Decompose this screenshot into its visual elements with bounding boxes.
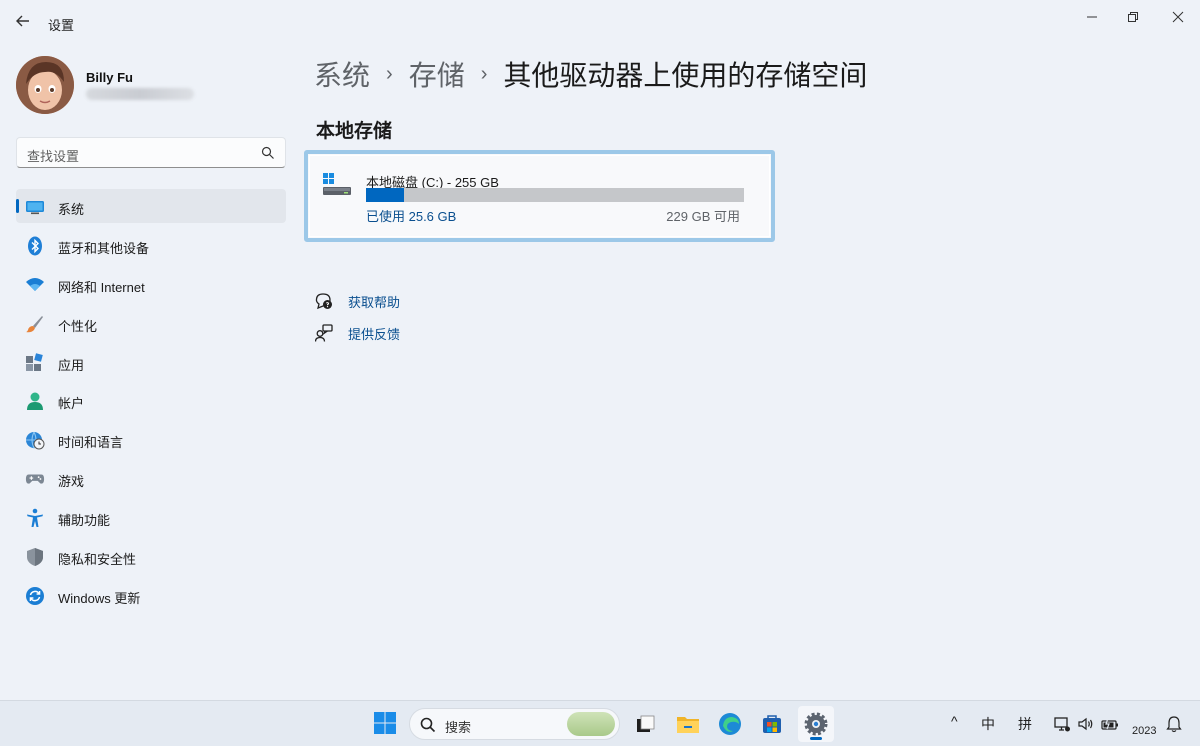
taskbar-search[interactable]: 搜索	[409, 708, 620, 740]
avatar[interactable]	[16, 56, 74, 114]
active-indicator	[16, 199, 19, 213]
network-icon[interactable]	[1053, 715, 1071, 733]
breadcrumb-system[interactable]: 系统	[314, 54, 370, 94]
feedback-icon	[314, 323, 334, 343]
close-icon	[1172, 11, 1184, 23]
update-icon	[25, 586, 45, 606]
arrow-left-icon	[16, 15, 29, 27]
sidebar-item-personalization[interactable]: 个性化	[16, 306, 286, 340]
sidebar-item-label: 辅助功能	[58, 513, 111, 528]
taskbar-search-label: 搜索	[445, 720, 472, 735]
globe-clock-icon	[25, 430, 45, 450]
minimize-button[interactable]	[1072, 6, 1112, 28]
page-title: 其他驱动器上使用的存储空间	[503, 60, 868, 91]
sidebar-item-gaming[interactable]: 游戏	[16, 461, 286, 495]
sidebar-item-label: 帐户	[58, 396, 85, 411]
chevron-right-icon: ›	[480, 62, 488, 85]
gamepad-icon	[25, 469, 45, 489]
back-button[interactable]	[12, 10, 34, 32]
sidebar-item-accounts[interactable]: 帐户	[16, 383, 286, 417]
sidebar-item-privacy[interactable]: 隐私和安全性	[16, 539, 286, 573]
chevron-right-icon: ›	[386, 62, 393, 85]
sidebar-item-bluetooth[interactable]: 蓝牙和其他设备	[16, 228, 286, 262]
ime-mode-indicator[interactable]: 中	[981, 714, 995, 734]
notification-bell-icon[interactable]	[1165, 715, 1183, 733]
sidebar-item-accessibility[interactable]: 辅助功能	[16, 500, 286, 534]
title-bar: 设置	[0, 0, 1200, 44]
app-title: 设置	[48, 18, 75, 33]
brush-icon	[25, 314, 45, 334]
user-name: Billy Fu	[86, 70, 133, 85]
settings-icon[interactable]	[798, 706, 834, 742]
bluetooth-icon	[25, 236, 45, 256]
store-icon[interactable]	[758, 710, 786, 738]
sidebar-item-label: 隐私和安全性	[58, 552, 137, 567]
search-highlight-image	[567, 712, 615, 736]
storage-usage-fill	[366, 188, 404, 202]
active-app-indicator	[810, 737, 822, 740]
sidebar-item-label: 系统	[58, 202, 85, 217]
search-placeholder: 查找设置	[27, 149, 80, 164]
file-explorer-icon[interactable]	[674, 710, 702, 738]
battery-icon[interactable]	[1101, 715, 1119, 733]
tray-chevron-icon[interactable]: ^	[951, 713, 958, 729]
link-label: 提供反馈	[348, 326, 401, 342]
volume-icon[interactable]	[1077, 715, 1095, 733]
search-icon	[261, 146, 274, 159]
drive-card[interactable]: 本地磁盘 (C:) - 255 GB 已使用 25.6 GB 229 GB 可用	[304, 150, 775, 242]
sidebar-item-label: 网络和 Internet	[58, 280, 145, 295]
sidebar-item-label: 时间和语言	[58, 435, 124, 450]
search-icon	[420, 717, 436, 733]
wifi-icon	[25, 275, 45, 295]
user-email-redacted	[86, 88, 194, 100]
close-button[interactable]	[1158, 6, 1198, 28]
sidebar-item-label: 个性化	[58, 319, 98, 334]
breadcrumb-storage[interactable]: 存储	[409, 54, 465, 94]
sidebar-item-windows-update[interactable]: Windows 更新	[16, 578, 286, 612]
used-label: 已使用 25.6 GB	[366, 209, 457, 224]
sidebar-item-label: Windows 更新	[58, 591, 141, 606]
ime-name-indicator[interactable]: 拼	[1018, 714, 1032, 734]
help-icon	[314, 291, 334, 311]
drive-icon	[323, 173, 351, 195]
person-icon	[25, 391, 45, 411]
edge-icon[interactable]	[716, 710, 744, 738]
get-help-link[interactable]: 获取帮助	[314, 290, 400, 312]
accessibility-icon	[25, 508, 45, 528]
section-title: 本地存储	[316, 121, 393, 142]
start-icon[interactable]	[373, 711, 397, 735]
shield-icon	[25, 547, 45, 567]
link-label: 获取帮助	[348, 294, 401, 310]
minimize-icon	[1087, 16, 1097, 18]
monitor-icon	[25, 197, 45, 217]
restore-button[interactable]	[1113, 6, 1153, 28]
taskbar: 搜索 ^ 中 拼 2023	[0, 700, 1200, 746]
sidebar-item-label: 蓝牙和其他设备	[58, 241, 150, 256]
sidebar-item-apps[interactable]: 应用	[16, 345, 286, 379]
sidebar-item-network[interactable]: 网络和 Internet	[16, 267, 286, 301]
storage-usage-bar	[366, 188, 744, 202]
free-label: 229 GB 可用	[666, 209, 740, 224]
apps-icon	[25, 353, 45, 373]
task-view-icon[interactable]	[632, 710, 660, 738]
clock-text[interactable]: 2023	[1132, 725, 1156, 737]
sidebar-item-label: 游戏	[58, 474, 85, 489]
give-feedback-link[interactable]: 提供反馈	[314, 322, 400, 344]
sidebar-item-system[interactable]: 系统	[16, 189, 286, 223]
breadcrumb: 系统 › 存储 › 其他驱动器上使用的存储空间	[314, 54, 867, 94]
sidebar-item-label: 应用	[58, 358, 85, 373]
search-input[interactable]: 查找设置	[16, 137, 286, 168]
sidebar-item-time-language[interactable]: 时间和语言	[16, 422, 286, 456]
restore-icon	[1128, 12, 1138, 22]
